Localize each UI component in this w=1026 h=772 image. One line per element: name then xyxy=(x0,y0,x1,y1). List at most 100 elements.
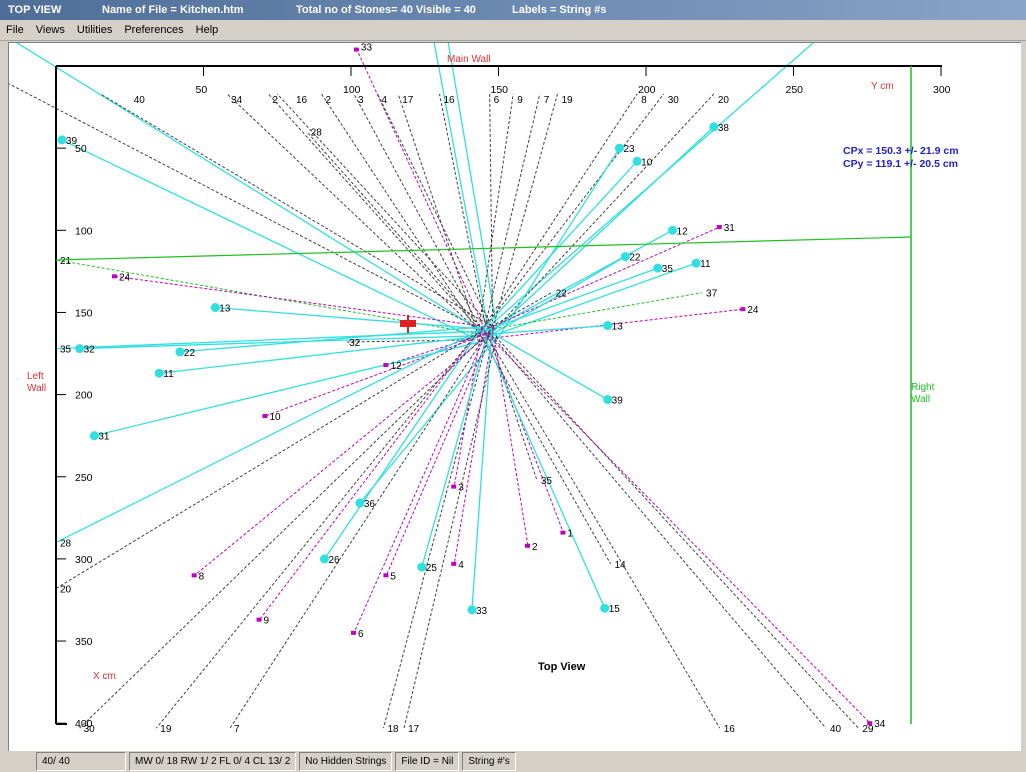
string-number-label: 17 xyxy=(402,95,414,106)
string-number-label: 18 xyxy=(387,724,399,735)
string-number-label: 5 xyxy=(390,571,396,582)
string-number-label: 36 xyxy=(364,499,376,510)
string-number-label: 9 xyxy=(517,95,523,106)
string-number-label: 21 xyxy=(60,256,72,267)
string-number-label: 28 xyxy=(60,538,72,549)
stone-marker xyxy=(191,573,197,578)
stone-marker xyxy=(560,530,566,535)
menu-help[interactable]: Help xyxy=(190,24,225,36)
status-label-mode: String #'s xyxy=(462,752,516,771)
menu-views[interactable]: Views xyxy=(30,24,71,36)
y-tick-label: 300 xyxy=(75,554,93,566)
string-line xyxy=(61,139,476,340)
x-tick-label: 250 xyxy=(786,84,804,96)
string-line xyxy=(229,339,484,729)
string-number-label: 22 xyxy=(629,253,641,264)
string-number-label: 30 xyxy=(668,95,680,106)
file-name: Name of File = Kitchen.htm xyxy=(102,4,244,16)
main-wall-label: Main Wall xyxy=(447,54,491,65)
stone-marker xyxy=(383,573,389,578)
string-number-label: 22 xyxy=(556,289,568,300)
string-number-label: 39 xyxy=(612,396,624,407)
stone-marker xyxy=(525,543,530,548)
y-tick-label: 100 xyxy=(75,225,93,237)
string-line xyxy=(55,332,478,589)
string-line xyxy=(265,332,490,417)
string-line xyxy=(382,330,491,729)
string-number-label: 11 xyxy=(700,259,711,270)
string-number-label: 35 xyxy=(662,264,674,275)
string-number-label: 32 xyxy=(84,345,96,356)
string-number-label: 16 xyxy=(444,95,456,106)
string-line xyxy=(484,93,541,328)
string-lines xyxy=(9,43,871,729)
string-line xyxy=(495,229,673,328)
string-number-label: 3 xyxy=(458,483,464,494)
string-number-label: 4 xyxy=(458,560,464,571)
plot-caption: Top View xyxy=(538,661,586,673)
string-number-label: 10 xyxy=(269,412,281,423)
stone-marker xyxy=(112,274,117,279)
string-line xyxy=(377,93,495,332)
string-number-label: 8 xyxy=(199,571,205,582)
string-line xyxy=(259,333,478,620)
stone-marker xyxy=(451,484,457,489)
x-axis-name: Y cm xyxy=(871,81,894,92)
string-line xyxy=(194,336,487,576)
y-tick-label: 350 xyxy=(75,636,93,648)
string-line xyxy=(477,93,514,337)
string-line xyxy=(453,326,495,564)
string-line xyxy=(482,327,608,401)
string-line xyxy=(484,337,606,609)
status-hidden: No Hidden Strings xyxy=(299,752,393,771)
string-number-label: 3 xyxy=(358,95,364,106)
string-line xyxy=(321,93,481,336)
string-number-label: 10 xyxy=(641,157,653,168)
status-walls: MW 0/ 18 RW 1/ 2 FL 0/ 4 CL 13/ 2 xyxy=(129,752,297,771)
string-number-label: 6 xyxy=(358,629,364,640)
string-number-label: 15 xyxy=(609,604,621,615)
string-line xyxy=(403,335,498,729)
string-number-label: 13 xyxy=(219,304,231,315)
string-line xyxy=(114,275,495,329)
right-wall-label-2: Wall xyxy=(911,394,930,405)
menu-file[interactable]: File xyxy=(0,24,30,36)
menu-utilities[interactable]: Utilities xyxy=(71,24,118,36)
status-count: 40/ 40 xyxy=(36,752,126,771)
stone-marker xyxy=(716,225,722,230)
x-tick-label: 100 xyxy=(343,84,361,96)
string-line xyxy=(226,93,482,335)
y-tick-label: 50 xyxy=(75,143,87,155)
stone-marker xyxy=(451,561,457,566)
string-number-label: 2 xyxy=(326,95,332,106)
string-number-label: 28 xyxy=(311,128,323,139)
string-number-label: 22 xyxy=(184,348,196,359)
string-number-label: 7 xyxy=(544,95,550,106)
string-number-label: 37 xyxy=(706,289,718,300)
string-number-label: 40 xyxy=(134,95,146,106)
status-file-id: File ID = Nil xyxy=(395,752,460,771)
string-line xyxy=(215,306,493,331)
x-tick-label: 150 xyxy=(491,84,509,96)
y-tick-label: 150 xyxy=(75,307,93,319)
left-wall-label-1: Left xyxy=(27,371,44,382)
string-line xyxy=(155,334,477,729)
stone-marker xyxy=(353,47,359,52)
stone-count: Total no of Stones= 40 Visible = 40 xyxy=(296,4,476,16)
status-bar: 40/ 40 MW 0/ 18 RW 1/ 2 FL 0/ 4 CL 13/ 2… xyxy=(0,751,1026,772)
menu-preferences[interactable]: Preferences xyxy=(118,24,189,36)
plot-canvas[interactable]: 1415362627334034216234171669719830203928… xyxy=(8,42,1021,751)
app-title: TOP VIEW xyxy=(8,4,62,16)
stone-marker xyxy=(262,413,268,418)
string-line xyxy=(99,93,496,330)
string-number-label: 13 xyxy=(612,322,624,333)
string-number-label: 26 xyxy=(328,555,340,566)
top-view-plot: 1415362627334034216234171669719830203928… xyxy=(9,43,959,735)
string-number-label: 34 xyxy=(231,95,243,106)
string-number-label: 31 xyxy=(724,223,736,234)
string-number-label: 38 xyxy=(718,123,730,134)
string-number-label: 2 xyxy=(272,95,278,106)
string-21-line xyxy=(55,236,912,261)
string-number-label: 2 xyxy=(532,542,538,553)
x-tick-label: 50 xyxy=(196,84,208,96)
